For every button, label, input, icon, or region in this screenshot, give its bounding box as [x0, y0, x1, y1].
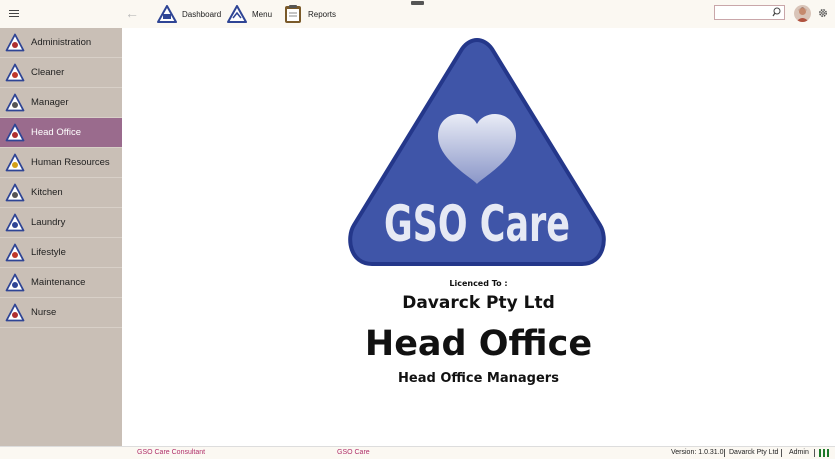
- back-arrow-icon[interactable]: ←: [124, 5, 140, 21]
- status-company: Davarck Pty Ltd: [729, 449, 779, 456]
- licenced-to-label: Licenced To :: [449, 279, 508, 288]
- sidebar-item-label: Manager: [31, 97, 69, 108]
- sidebar-item-cleaner[interactable]: Cleaner: [0, 58, 122, 88]
- search-icon[interactable]: [772, 7, 781, 18]
- menu-button[interactable]: Menu: [227, 3, 272, 25]
- human-resources-icon: [5, 153, 25, 172]
- sidebar-item-nurse[interactable]: Nurse: [0, 298, 122, 328]
- sidebar-item-maintenance[interactable]: Maintenance: [0, 268, 122, 298]
- status-app-name: GSO Care: [337, 449, 370, 456]
- status-user: Admin: [789, 449, 809, 456]
- sidebar-item-head-office[interactable]: Head Office: [0, 118, 122, 148]
- sidebar-item-label: Cleaner: [31, 67, 65, 78]
- status-separator: [781, 449, 782, 457]
- hamburger-icon[interactable]: [0, 0, 28, 28]
- sidebar-item-laundry[interactable]: Laundry: [0, 208, 122, 238]
- sidebar-item-label: Head Office: [31, 127, 81, 138]
- sidebar-item-label: Human Resources: [31, 157, 110, 168]
- status-separator: [724, 449, 725, 457]
- sidebar-item-manager[interactable]: Manager: [0, 88, 122, 118]
- avatar[interactable]: [794, 5, 811, 22]
- sidebar-item-label: Maintenance: [31, 277, 86, 288]
- gear-icon[interactable]: [818, 8, 828, 18]
- dashboard-button[interactable]: Dashboard: [157, 3, 221, 25]
- administration-icon: [5, 33, 25, 52]
- sidebar-item-lifestyle[interactable]: Lifestyle: [0, 238, 122, 268]
- top-bar: ← Dashboard Menu Reports: [0, 0, 835, 28]
- sidebar-item-label: Lifestyle: [31, 247, 66, 258]
- cleaner-icon: [5, 63, 25, 82]
- logo-text: GSO Care: [384, 195, 570, 253]
- group-name: Head Office Managers: [398, 371, 559, 386]
- menu-label: Menu: [252, 9, 273, 19]
- status-consultant: GSO Care Consultant: [137, 449, 206, 456]
- sidebar-item-label: Laundry: [31, 217, 66, 228]
- reports-icon: [285, 5, 301, 23]
- sidebar: Administration Cleaner Manager Head Office H…: [0, 28, 122, 446]
- sidebar-item-kitchen[interactable]: Kitchen: [0, 178, 122, 208]
- menu-icon: [227, 5, 247, 23]
- reports-label: Reports: [308, 9, 337, 19]
- connection-indicator: [819, 449, 821, 457]
- reports-button[interactable]: Reports: [283, 3, 336, 25]
- status-bar: GSO Care Consultant GSO Care Version: 1.…: [0, 446, 835, 459]
- company-name: Davarck Pty Ltd: [402, 293, 555, 313]
- manager-icon: [5, 93, 25, 112]
- gso-care-logo: GSO Care: [348, 37, 606, 266]
- sidebar-item-human-resources[interactable]: Human Resources: [0, 148, 122, 178]
- lifestyle-icon: [5, 243, 25, 262]
- status-separator: [814, 449, 815, 457]
- drag-handle[interactable]: [411, 1, 424, 5]
- office-title: Head Office: [364, 324, 593, 364]
- sidebar-item-label: Administration: [31, 37, 92, 48]
- dashboard-icon: [157, 5, 177, 23]
- connection-indicator: [823, 449, 825, 457]
- connection-indicator: [827, 449, 829, 457]
- head-office-icon: [5, 123, 25, 142]
- status-version: Version: 1.0.31.0: [671, 449, 724, 456]
- laundry-icon: [5, 213, 25, 232]
- search-box[interactable]: [714, 5, 785, 20]
- sidebar-item-label: Kitchen: [31, 187, 63, 198]
- maintenance-icon: [5, 273, 25, 292]
- search-input[interactable]: [717, 7, 773, 19]
- kitchen-icon: [5, 183, 25, 202]
- nurse-icon: [5, 303, 25, 322]
- sidebar-item-label: Nurse: [31, 307, 57, 318]
- sidebar-item-administration[interactable]: Administration: [0, 28, 122, 58]
- dashboard-label: Dashboard: [182, 9, 222, 19]
